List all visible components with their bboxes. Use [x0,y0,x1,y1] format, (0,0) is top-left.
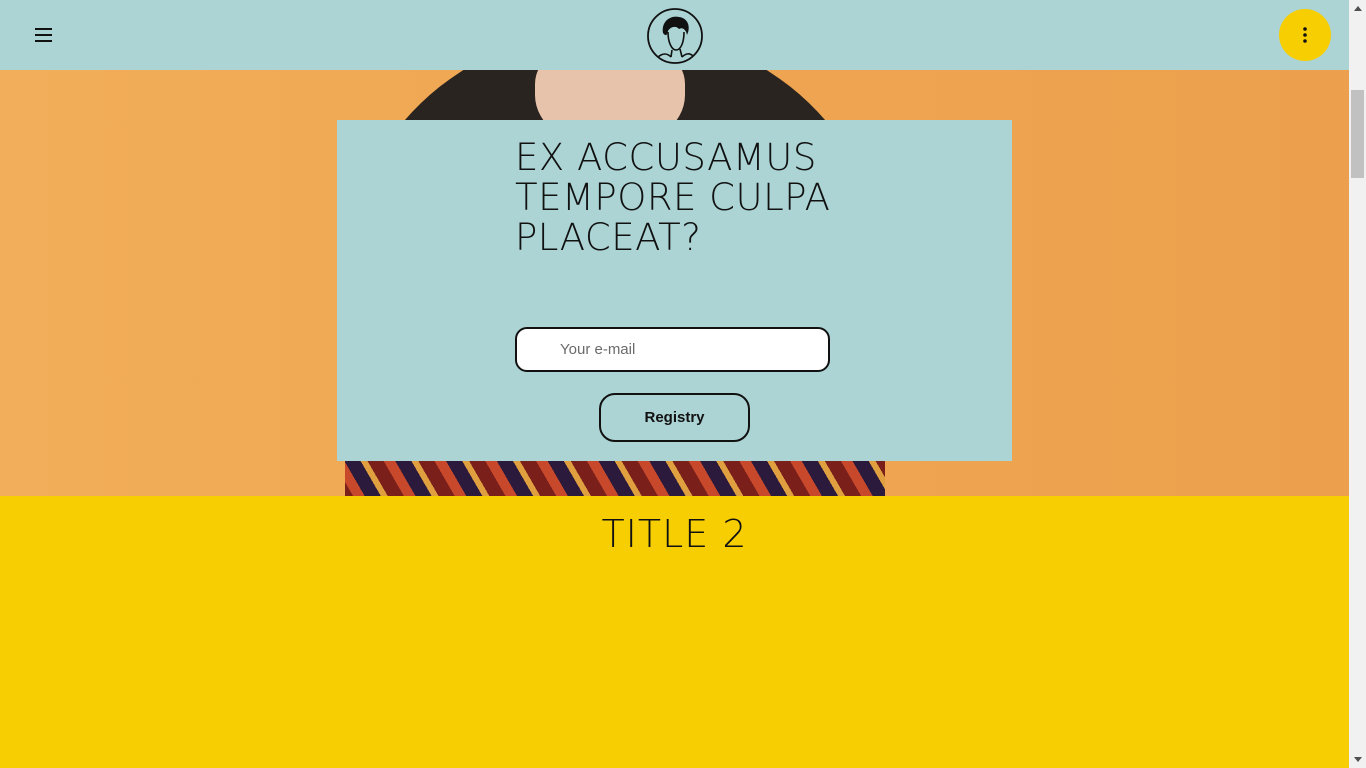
hamburger-menu-icon [35,28,52,42]
scroll-down-arrow-icon [1353,757,1362,762]
hero-headline: EX ACCUSAMUS TEMPORE CULPA PLACEAT? [515,136,831,259]
signup-card: EX ACCUSAMUS TEMPORE CULPA PLACEAT? Regi… [337,120,1012,461]
scroll-up-arrow-icon [1353,6,1362,11]
scroll-thumb[interactable] [1351,90,1364,178]
email-input[interactable] [515,327,830,372]
section-two: TITLE 2 [0,496,1349,768]
menu-button[interactable] [22,14,66,56]
avatar-logo-icon [647,8,703,64]
scroll-down-button[interactable] [1349,751,1366,768]
page: EX ACCUSAMUS TEMPORE CULPA PLACEAT? Regi… [0,0,1349,768]
hero-section: EX ACCUSAMUS TEMPORE CULPA PLACEAT? Regi… [0,70,1349,496]
vertical-dots-icon [1303,27,1307,43]
registry-button[interactable]: Registry [599,393,750,442]
scroll-up-button[interactable] [1349,0,1366,17]
section-title: TITLE 2 [601,512,748,556]
top-header [0,0,1349,70]
vertical-scrollbar[interactable] [1349,0,1366,768]
more-options-button[interactable] [1279,9,1331,61]
site-logo[interactable] [646,7,704,65]
